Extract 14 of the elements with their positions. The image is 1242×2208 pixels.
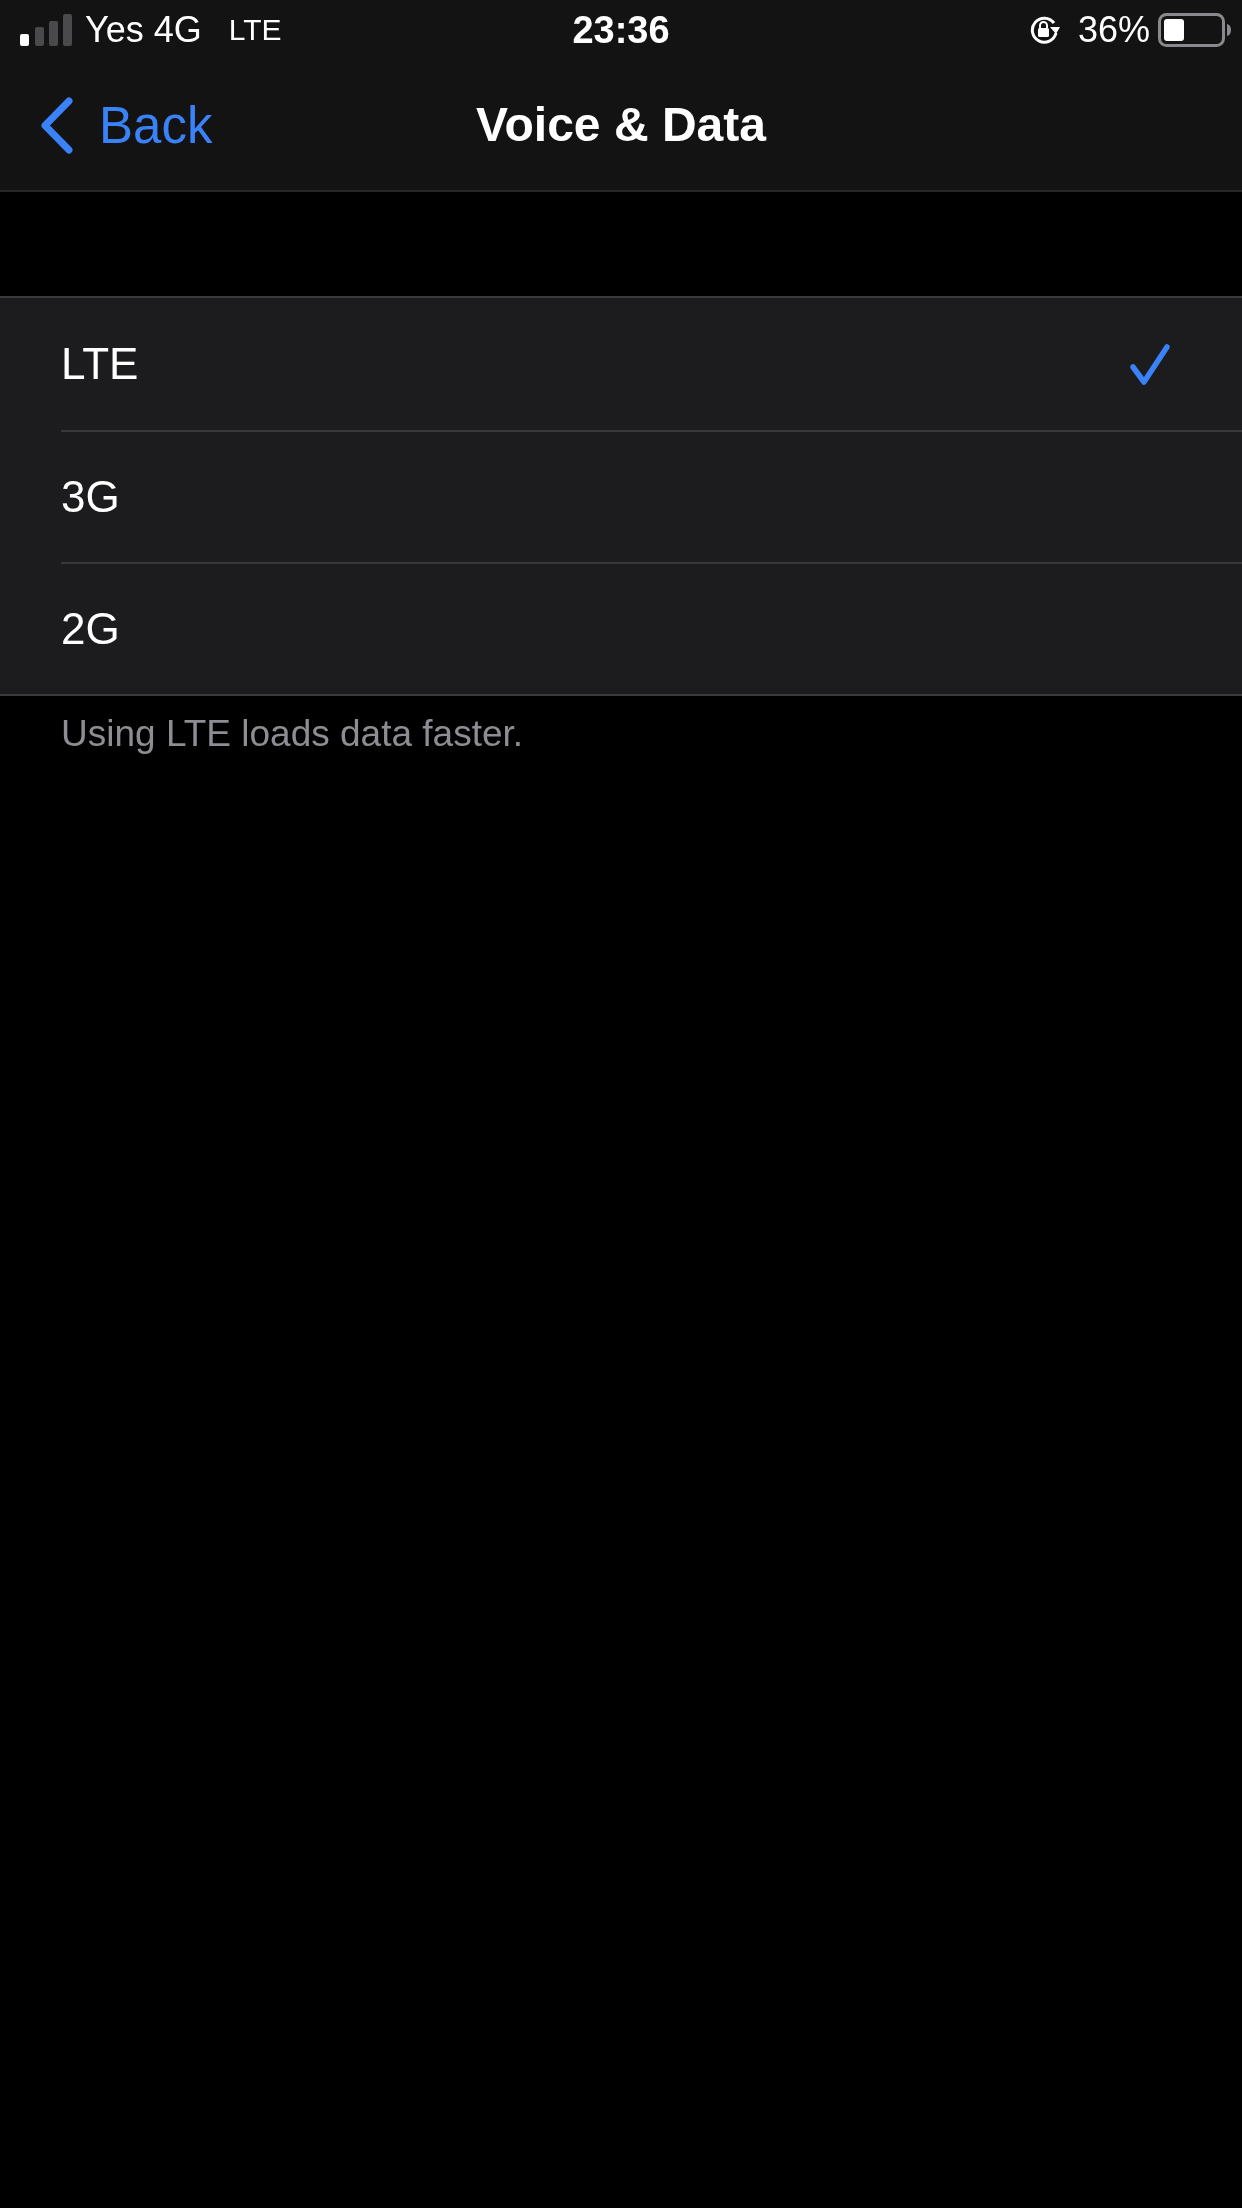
battery-icon bbox=[1158, 13, 1232, 47]
page-title: Voice & Data bbox=[476, 101, 766, 149]
battery-percentage: 36% bbox=[1077, 12, 1150, 48]
back-button[interactable]: Back bbox=[0, 96, 213, 154]
network-type: LTE bbox=[228, 15, 282, 45]
footer-note: Using LTE loads data faster. bbox=[60, 712, 525, 756]
signal-icon bbox=[20, 14, 72, 46]
network-option[interactable]: LTE bbox=[61, 298, 1242, 430]
network-option[interactable]: 3G bbox=[61, 430, 1242, 562]
checkmark-icon bbox=[1130, 343, 1170, 385]
network-option[interactable]: 2G bbox=[61, 562, 1242, 694]
chevron-icon bbox=[40, 96, 73, 154]
carrier-name: Yes 4G bbox=[85, 12, 202, 48]
clock-time: 23:36 bbox=[572, 11, 670, 49]
